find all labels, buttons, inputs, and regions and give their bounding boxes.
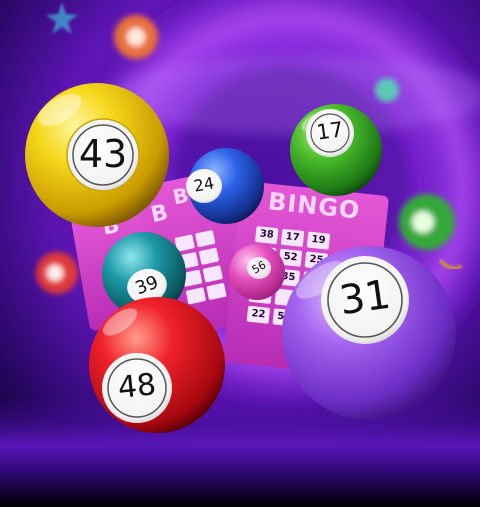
bottom-gradient — [0, 395, 480, 507]
ball-17-number: 17 — [315, 117, 345, 145]
ball-48-number: 48 — [116, 367, 158, 406]
ball-31-number: 31 — [336, 271, 394, 325]
bingo-scene: B B BINGO B 38171912522545356198225045 — [0, 0, 480, 507]
ball-43-number: 43 — [78, 132, 128, 176]
